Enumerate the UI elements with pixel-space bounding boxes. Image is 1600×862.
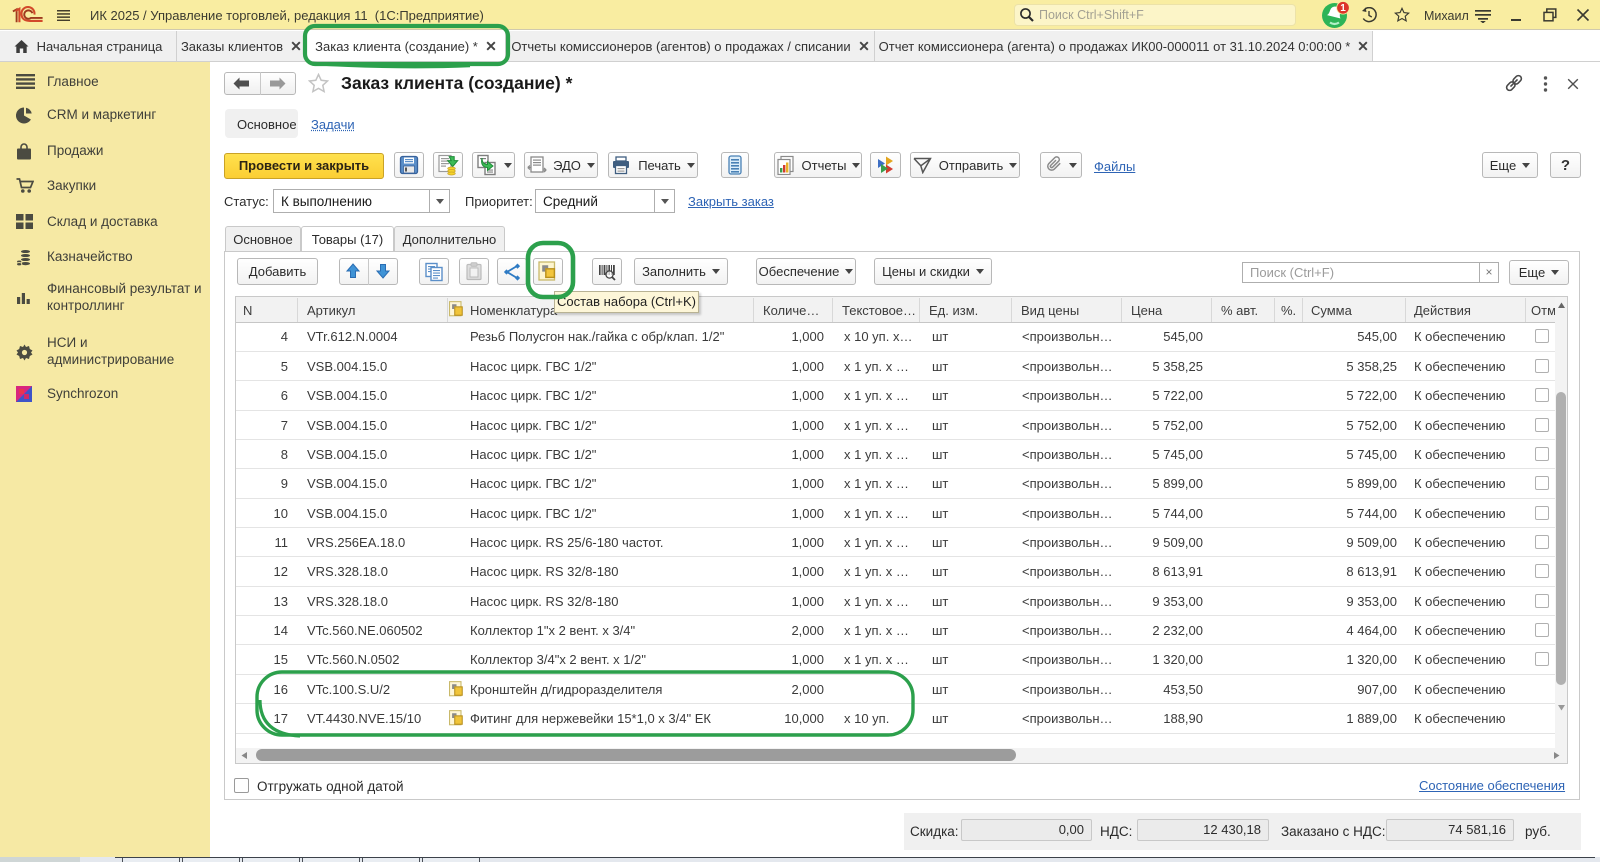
svg-text:1: 1 (1340, 3, 1346, 14)
